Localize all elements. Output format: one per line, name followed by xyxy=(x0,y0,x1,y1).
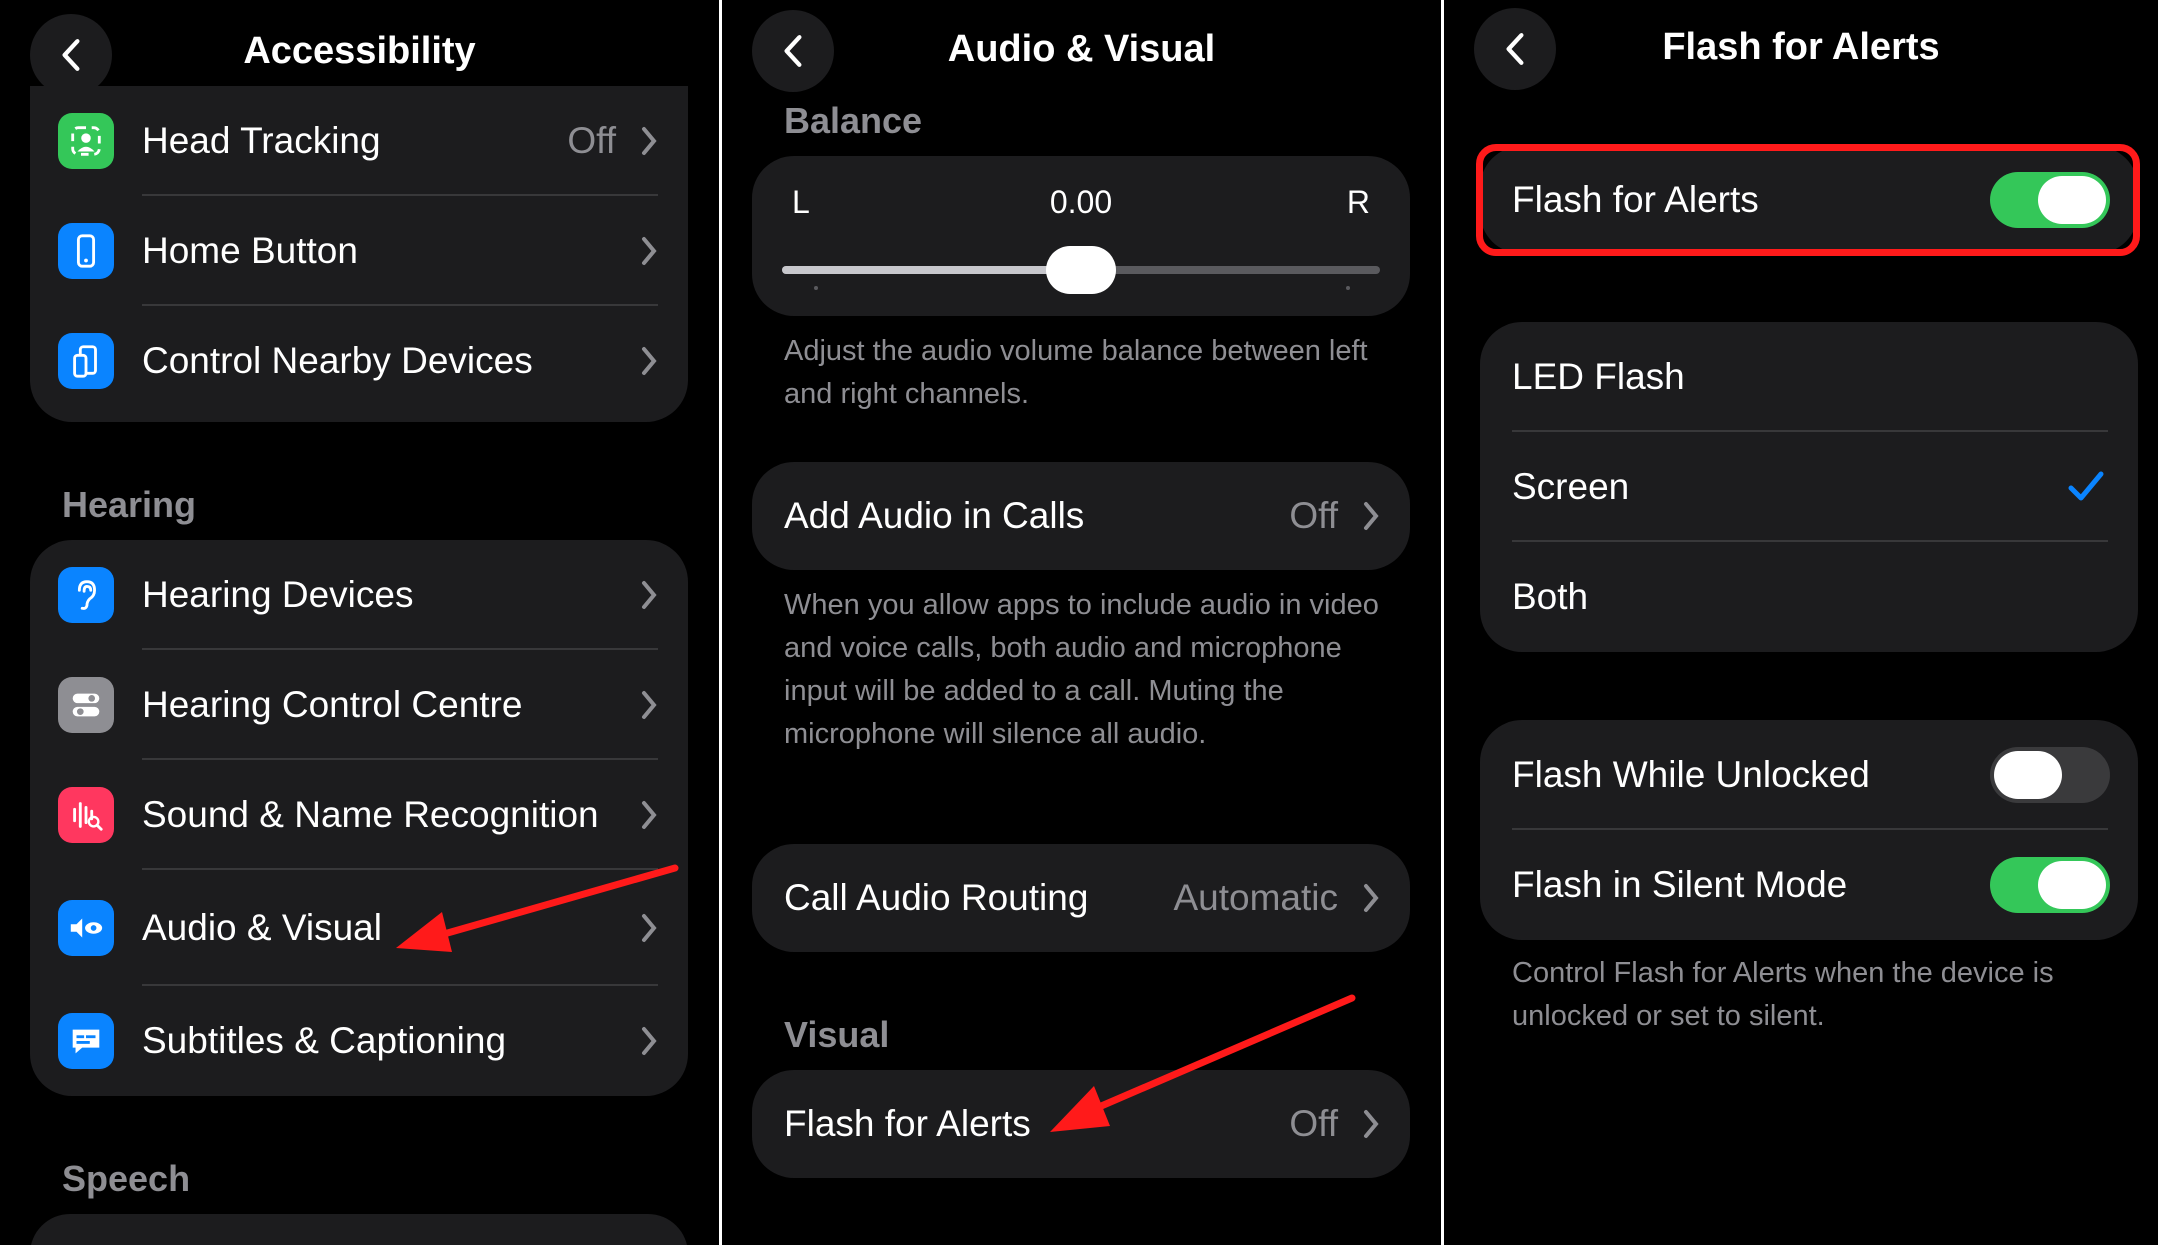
balance-slider-fill xyxy=(782,266,1081,274)
chevron-right-icon xyxy=(1364,1110,1379,1138)
row-control-nearby-devices[interactable]: Control Nearby Devices xyxy=(30,306,688,416)
section-header-visual: Visual xyxy=(784,1014,890,1055)
row-label: Both xyxy=(1512,576,1589,617)
option-led-flash[interactable]: LED Flash xyxy=(1480,322,2138,432)
row-label: Home Button xyxy=(142,230,358,271)
home-button-icon xyxy=(58,223,114,279)
row-value: Automatic xyxy=(1173,877,1338,918)
flash-conditions-group: Flash While Unlocked Flash in Silent Mod… xyxy=(1480,720,2138,940)
speaker-eye-icon xyxy=(58,900,114,956)
row-label: Head Tracking xyxy=(142,120,381,161)
flash-in-silent-mode-toggle[interactable] xyxy=(1990,857,2110,913)
row-subtitles-captioning[interactable]: Subtitles & Captioning xyxy=(30,986,688,1096)
annotation-highlight-box xyxy=(1476,144,2140,256)
audio-visual-screen: Audio & Visual Balance L 0.00 R Adjust t… xyxy=(722,0,1441,1245)
flash-for-alerts-screen: Flash for Alerts Flash for Alerts LED Fl… xyxy=(1444,0,2158,1245)
row-label: Sound & Name Recognition xyxy=(142,794,599,835)
row-label: Screen xyxy=(1512,466,1630,507)
section-header-hearing: Hearing xyxy=(62,484,197,525)
row-head-tracking[interactable]: Head Tracking Off xyxy=(30,86,688,196)
chevron-right-icon xyxy=(642,237,657,265)
row-value: Off xyxy=(1289,495,1338,536)
caption-bubble-icon xyxy=(58,1013,114,1069)
row-hearing-devices[interactable]: Hearing Devices xyxy=(30,540,688,650)
flash-type-group: LED Flash Screen Both xyxy=(1480,322,2138,652)
row-sound-name-recognition[interactable]: Sound & Name Recognition xyxy=(30,760,688,870)
toggles-icon xyxy=(58,677,114,733)
row-value: Off xyxy=(567,120,616,161)
balance-slider-group: L 0.00 R xyxy=(752,156,1410,316)
row-label: LED Flash xyxy=(1512,356,1685,397)
page-title: Audio & Visual xyxy=(947,28,1216,70)
waveform-icon xyxy=(58,787,114,843)
checkmark-icon xyxy=(2068,471,2104,501)
chevron-right-icon xyxy=(1364,884,1379,912)
settings-group-hearing: Hearing Devices Hearing Control Centre S… xyxy=(30,540,688,1096)
row-home-button[interactable]: Home Button xyxy=(30,196,688,306)
chevron-right-icon xyxy=(642,1027,657,1055)
row-label: Add Audio in Calls xyxy=(784,495,1085,536)
settings-group-speech xyxy=(30,1214,688,1245)
section-header-speech: Speech xyxy=(62,1158,191,1199)
row-label: Flash While Unlocked xyxy=(1512,754,1870,795)
annotation-arrow xyxy=(1050,994,1356,1132)
head-tracking-icon xyxy=(58,113,114,169)
nearby-devices-icon xyxy=(58,333,114,389)
chevron-right-icon xyxy=(642,127,657,155)
row-label: Flash for Alerts xyxy=(784,1103,1031,1144)
chevron-right-icon xyxy=(642,347,657,375)
section-header-balance: Balance xyxy=(784,100,923,141)
row-flash-while-unlocked: Flash While Unlocked xyxy=(1480,720,2138,830)
option-screen[interactable]: Screen xyxy=(1480,432,2138,542)
row-hearing-control-centre[interactable]: Hearing Control Centre xyxy=(30,650,688,760)
row-label: Control Nearby Devices xyxy=(142,340,533,381)
chevron-right-icon xyxy=(642,581,657,609)
flash-while-unlocked-toggle[interactable] xyxy=(1990,747,2110,803)
page-title: Flash for Alerts xyxy=(1662,26,1940,68)
chevron-right-icon xyxy=(642,691,657,719)
annotation-arrow xyxy=(396,864,679,952)
option-both[interactable]: Both xyxy=(1480,542,2138,652)
row-label: Hearing Control Centre xyxy=(142,684,523,725)
call-audio-routing-row[interactable]: Call Audio Routing Automatic xyxy=(752,844,1410,952)
settings-group-top: Head Tracking Off Home Button Control Ne… xyxy=(30,86,688,422)
page-title: Accessibility xyxy=(243,30,476,72)
row-label: Flash in Silent Mode xyxy=(1512,864,1848,905)
accessibility-screen: Accessibility Head Tracking Off Home But… xyxy=(0,0,719,1245)
ear-icon xyxy=(58,567,114,623)
balance-slider-thumb[interactable] xyxy=(1046,246,1116,294)
balance-footnote: Adjust the audio volume balance between … xyxy=(784,335,1368,410)
add-audio-in-calls-row[interactable]: Add Audio in Calls Off xyxy=(752,462,1410,570)
balance-right-label: R xyxy=(1346,184,1370,220)
row-label: Audio & Visual xyxy=(142,907,382,948)
row-flash-in-silent-mode: Flash in Silent Mode xyxy=(1480,830,2138,940)
chevron-right-icon xyxy=(642,801,657,829)
balance-value: 0.00 xyxy=(1049,184,1113,220)
row-label: Subtitles & Captioning xyxy=(142,1020,507,1061)
row-label: Hearing Devices xyxy=(142,574,414,615)
chevron-right-icon xyxy=(1364,502,1379,530)
row-label: Call Audio Routing xyxy=(784,877,1089,918)
add-audio-footnote: When you allow apps to include audio in … xyxy=(784,589,1379,750)
flash-footnote: Control Flash for Alerts when the device… xyxy=(1512,957,2054,1032)
